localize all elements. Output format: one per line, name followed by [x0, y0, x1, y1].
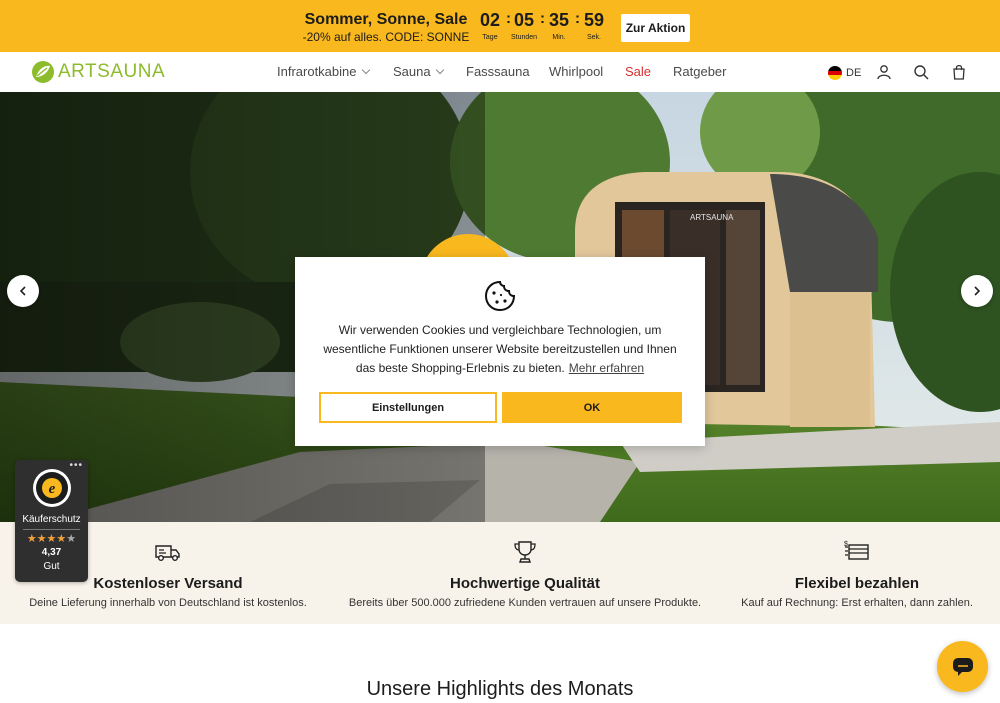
- countdown-label: Tage: [482, 34, 498, 41]
- nav-whirlpool[interactable]: Whirlpool: [549, 64, 603, 79]
- nav-sale[interactable]: Sale: [625, 64, 651, 79]
- feature-description: Deine Lieferung innerhalb von Deutschlan…: [29, 597, 307, 609]
- rating-stars: ★★★★★: [15, 532, 88, 545]
- trophy-icon: [514, 541, 536, 563]
- countdown-hours: 05 Stunden: [505, 9, 543, 43]
- nav-label: Ratgeber: [673, 64, 727, 79]
- cookie-settings-button[interactable]: Einstellungen: [319, 392, 497, 423]
- countdown-label: Min.: [552, 34, 566, 41]
- countdown-value: 59: [583, 10, 605, 30]
- logo[interactable]: ARTSAUNA: [31, 59, 165, 85]
- language-code: DE: [846, 67, 862, 79]
- chevron-down-icon: [435, 65, 444, 75]
- language-selector[interactable]: DE: [828, 66, 861, 80]
- german-flag-icon: [828, 66, 842, 80]
- features-bar: Kostenloser Versand Deine Lieferung inne…: [0, 522, 1000, 624]
- highlights-heading: Unsere Highlights des Monats: [366, 678, 634, 700]
- countdown-minutes: 35 Min.: [540, 9, 578, 43]
- logo-text: ARTSAUNA: [58, 61, 166, 82]
- feature-description: Bereits über 500.000 zufriedene Kunden v…: [348, 597, 702, 609]
- nav-label: Infrarotkabine: [277, 64, 357, 79]
- countdown-days: 02 Tage: [471, 9, 509, 43]
- chat-bubble-icon: [952, 657, 973, 676]
- nav-infrarotkabine[interactable]: Infrarotkabine: [277, 64, 370, 79]
- search-icon[interactable]: [913, 64, 929, 80]
- payment-icon: $: [844, 541, 869, 560]
- promo-subtitle: -20% auf alles. CODE: SONNE: [302, 30, 470, 44]
- nav-ratgeber[interactable]: Ratgeber: [673, 64, 726, 79]
- promo-title: Sommer, Sonne, Sale: [304, 11, 468, 28]
- svg-text:$: $: [844, 541, 848, 548]
- promo-text: Sommer, Sonne, Sale -20% auf alles. CODE…: [300, 10, 472, 44]
- nav-label: Fasssauna: [466, 64, 530, 79]
- filled-stars: ★★★★: [26, 533, 67, 545]
- feature-description: Kauf auf Rechnung: Erst erhalten, dann z…: [741, 597, 973, 609]
- sauna-brand-text: ARTSAUNA: [690, 213, 734, 222]
- countdown-label: Stunden: [510, 34, 538, 41]
- cookie-ok-button[interactable]: OK: [502, 392, 682, 423]
- chevron-down-icon: [361, 65, 370, 75]
- feature-title: Hochwertige Qualität: [449, 575, 601, 592]
- nav-label: Sale: [625, 64, 652, 79]
- cart-icon[interactable]: [951, 64, 967, 80]
- promo-action-button[interactable]: Zur Aktion: [621, 14, 690, 42]
- countdown-label: Sek.: [586, 34, 601, 41]
- logo-leaf-icon: [32, 61, 54, 83]
- chevron-left-icon: [19, 286, 26, 296]
- nav-label: Sauna: [393, 64, 431, 79]
- cookie-dialog: Wir verwenden Cookies und vergleichbare …: [295, 257, 705, 446]
- countdown-seconds: 59 Sek.: [575, 9, 613, 43]
- feature-quality: Hochwertige Qualität Bereits über 500.00…: [345, 540, 705, 610]
- hero-prev-button[interactable]: [7, 275, 39, 307]
- trusted-shops-seal-icon: e: [33, 469, 71, 507]
- site-header: ARTSAUNA Infrarotkabine Sauna Fasssauna …: [0, 52, 1000, 92]
- feature-title: Flexibel bezahlen: [794, 575, 920, 592]
- svg-text:e: e: [49, 481, 56, 497]
- countdown-value: 05: [513, 10, 535, 30]
- rating-word: Gut: [43, 561, 60, 572]
- trusted-shops-badge[interactable]: ••• e Käuferschutz ★★★★★ 4,37 Gut: [15, 460, 88, 582]
- trust-label: Käuferschutz: [22, 514, 81, 525]
- chat-button[interactable]: [937, 641, 988, 692]
- countdown-value: 35: [548, 10, 570, 30]
- countdown-value: 02: [479, 10, 501, 30]
- nav-sauna[interactable]: Sauna: [393, 64, 444, 79]
- truck-icon: [155, 545, 180, 561]
- promo-bar: Sommer, Sonne, Sale -20% auf alles. CODE…: [0, 0, 1000, 52]
- hero-next-button[interactable]: [961, 275, 993, 307]
- nav-fasssauna[interactable]: Fasssauna: [466, 64, 530, 79]
- cookie-icon: [484, 280, 516, 312]
- user-icon[interactable]: [876, 64, 892, 80]
- feature-payment: $ Flexibel bezahlen Kauf auf Rechnung: E…: [727, 540, 987, 610]
- rating-score: 4,37: [41, 547, 62, 558]
- empty-star: ★: [66, 533, 77, 545]
- learn-more-link[interactable]: Mehr erfahren: [569, 361, 644, 375]
- chevron-right-icon: [974, 286, 981, 296]
- nav-label: Whirlpool: [549, 64, 604, 79]
- divider: [23, 529, 80, 530]
- cookie-text: Wir verwenden Cookies und vergleichbare …: [313, 321, 687, 378]
